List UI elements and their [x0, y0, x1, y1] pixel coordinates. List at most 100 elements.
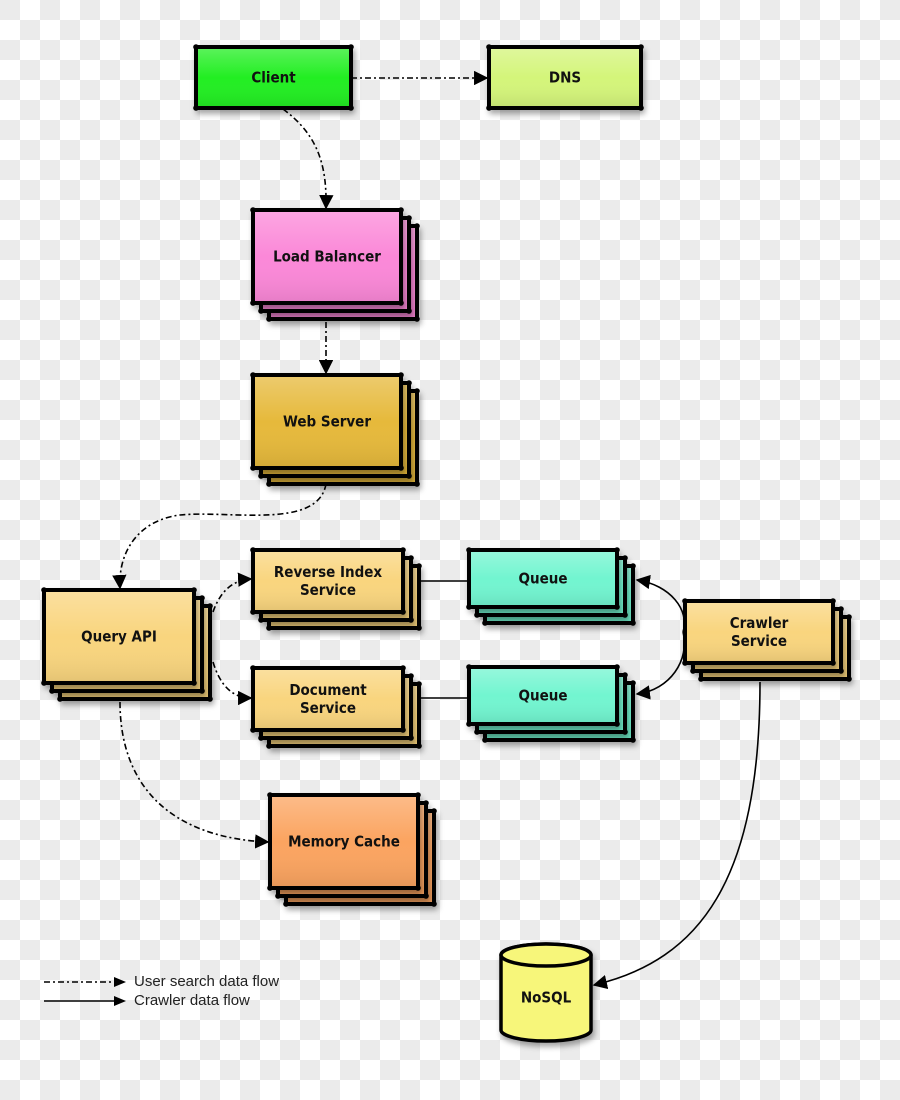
card-front-corner	[267, 792, 273, 798]
stack-card-back-corner	[416, 743, 422, 749]
card-front-corner	[415, 885, 421, 891]
card-front-corner	[348, 44, 354, 50]
edge-query-api-to-document	[212, 661, 253, 706]
node-client[interactable]: Client	[193, 44, 354, 111]
stack-card-middle-corner	[622, 555, 628, 561]
node-dns[interactable]: DNS	[486, 44, 644, 111]
legend-item-crawler: Crawler data flow	[44, 991, 279, 1010]
stack-card-middle-corner	[406, 215, 412, 221]
stack-card-middle-corner	[406, 473, 412, 479]
stack-card-middle-corner	[406, 380, 412, 386]
queue-top-label: Queue	[519, 570, 568, 588]
card-front-corner	[250, 300, 256, 306]
card-front-corner	[41, 680, 47, 686]
stack-card-back-corner	[283, 901, 289, 907]
node-query-api[interactable]: Query API	[41, 587, 213, 702]
stack-card-back-corner	[414, 481, 420, 487]
stack-card-middle-corner	[474, 612, 480, 618]
web-server-label: Web Server	[283, 413, 371, 431]
legend-label-crawler: Crawler data flow	[134, 992, 250, 1009]
stack-card-middle-corner	[408, 735, 414, 741]
stack-card-back-corner	[414, 388, 420, 394]
node-load-balancer[interactable]: Load Balancer	[250, 207, 420, 322]
card-front-corner	[191, 680, 197, 686]
stack-card-middle-corner	[838, 606, 844, 612]
stack-card-middle-corner	[622, 672, 628, 678]
stack-card-back-corner	[414, 316, 420, 322]
query-api-label: Query API	[81, 628, 157, 646]
node-queue-top[interactable]: Queue	[466, 547, 636, 626]
node-queue-bottom[interactable]: Queue	[466, 664, 636, 743]
node-reverse-index[interactable]: Reverse IndexService	[250, 547, 422, 631]
card-front-corner	[830, 660, 836, 666]
nosql-label: NoSQL	[521, 989, 572, 1007]
stack-card-middle-corner	[408, 673, 414, 679]
card-front-corner	[830, 598, 836, 604]
card-front-corner	[614, 721, 620, 727]
card-front-corner	[486, 44, 492, 50]
stack-card-back-corner	[431, 808, 437, 814]
node-web-server[interactable]: Web Server	[250, 372, 420, 487]
card-front-corner	[400, 609, 406, 615]
stack-card-middle-corner	[275, 893, 281, 899]
card-front-corner	[466, 547, 472, 553]
stack-card-back-corner	[846, 676, 852, 682]
crawler-label: Service	[731, 632, 787, 650]
stack-card-middle-corner	[408, 555, 414, 561]
stack-card-middle-corner	[622, 612, 628, 618]
stack-card-middle-corner	[49, 688, 55, 694]
card-front-corner	[250, 727, 256, 733]
card-front-corner	[400, 665, 406, 671]
node-document[interactable]: DocumentService	[250, 665, 422, 749]
card-front-corner	[486, 105, 492, 111]
stack-card-middle-corner	[258, 473, 264, 479]
stack-card-back-corner	[57, 696, 63, 702]
stack-card-back-corner	[416, 681, 422, 687]
stack-card-middle-corner	[408, 617, 414, 623]
stack-card-middle-corner	[258, 735, 264, 741]
node-crawler[interactable]: CrawlerService	[682, 598, 852, 682]
dash-dot-arrow-icon	[44, 976, 126, 987]
stack-card-back-corner	[416, 625, 422, 631]
stack-card-back-corner	[630, 563, 636, 569]
stack-card-back-corner	[630, 620, 636, 626]
stack-card-back-corner	[266, 481, 272, 487]
edge-client-to-load-balancer	[282, 108, 334, 210]
card-front-corner	[682, 660, 688, 666]
stack-card-middle-corner	[423, 800, 429, 806]
card-front-corner	[638, 44, 644, 50]
card-front-corner	[400, 547, 406, 553]
node-nosql[interactable]: NoSQL	[499, 942, 593, 1043]
node-memory-cache[interactable]: Memory Cache	[267, 792, 437, 907]
stack-card-middle-corner	[838, 668, 844, 674]
card-front-corner	[398, 300, 404, 306]
stack-card-middle-corner	[474, 729, 480, 735]
reverse-index-label: Service	[300, 581, 356, 599]
stack-card-middle-corner	[622, 729, 628, 735]
stack-card-back-corner	[482, 620, 488, 626]
stack-card-back-corner	[630, 680, 636, 686]
stack-card-back-corner	[207, 603, 213, 609]
card-front-corner	[250, 609, 256, 615]
card-front-corner	[638, 105, 644, 111]
stack-card-back-corner	[482, 737, 488, 743]
card-front-corner	[466, 604, 472, 610]
database-cylinder-top	[499, 942, 593, 968]
edge-query-api-to-memory-cache	[119, 701, 270, 849]
card-front-corner	[398, 207, 404, 213]
stack-card-middle-corner	[199, 688, 205, 694]
stack-card-back-corner	[416, 563, 422, 569]
load-balancer-label: Load Balancer	[273, 248, 381, 266]
client-label: Client	[251, 69, 296, 87]
legend-item-user-search: User search data flow	[44, 972, 279, 991]
card-front-corner	[193, 44, 199, 50]
card-front-corner	[250, 465, 256, 471]
card-front-corner	[250, 372, 256, 378]
legend-label-user-search: User search data flow	[134, 973, 280, 990]
architecture-diagram: Client DNS Load Balancer Web Server Query AP…	[41, 44, 852, 1043]
card-front-corner	[398, 465, 404, 471]
card-front-corner	[682, 598, 688, 604]
stack-card-middle-corner	[258, 617, 264, 623]
edge-crawler-to-queue-top	[635, 574, 686, 633]
stack-card-back-corner	[630, 737, 636, 743]
